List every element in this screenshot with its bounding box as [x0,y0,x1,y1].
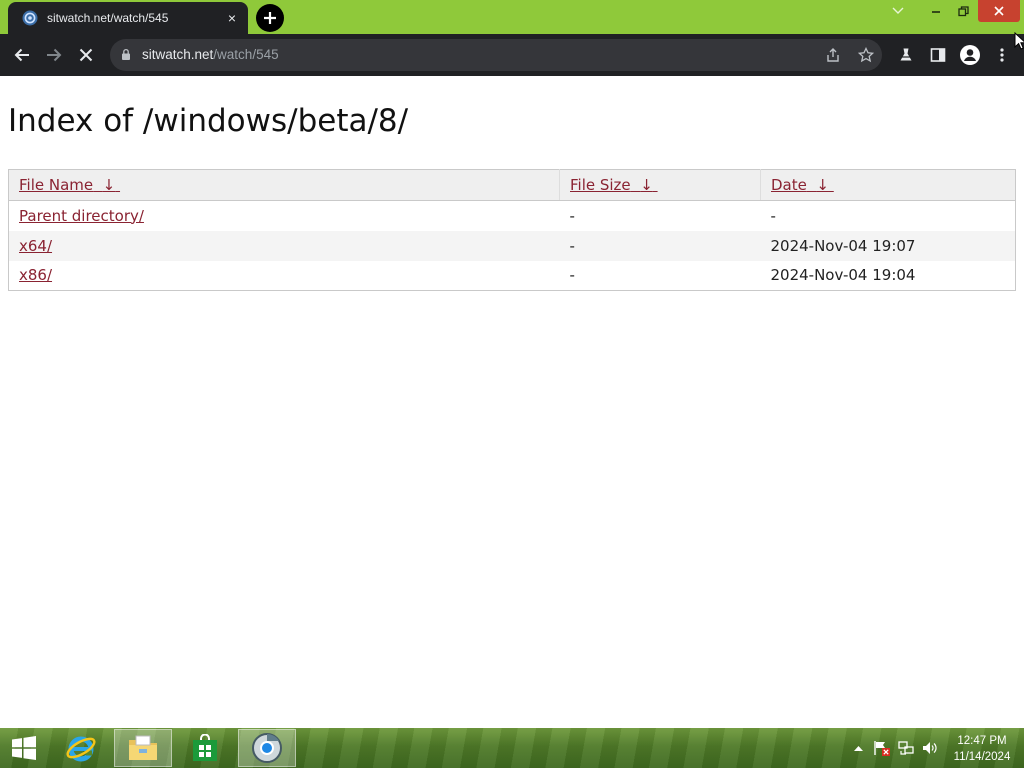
cell-date: 2024-Nov-04 19:04 [770,266,916,285]
action-center-flag-button[interactable] [872,728,892,768]
cell-date: 2024-Nov-04 19:07 [760,230,1016,261]
store-icon [193,734,217,761]
taskbar-file-explorer[interactable] [114,729,172,767]
address-bar[interactable]: sitwatch.net/watch/545 [110,39,882,71]
parent-directory-link[interactable]: Parent directory/ [19,207,144,225]
cell-file-size: - [559,230,761,261]
mouse-pointer-icon [1014,32,1024,50]
cell-file-name: x86/ [9,261,560,291]
table-header-row: File Name ↓ File Size ↓ Date ↓ [8,169,1016,201]
tab-title: sitwatch.net/watch/545 [47,11,169,25]
show-hidden-icons-button[interactable] [850,728,866,768]
star-icon [858,47,874,63]
windows-taskbar: 12:47 PM 11/14/2024 [0,728,1024,768]
file-explorer-icon [129,735,157,760]
site-favicon-icon [22,10,38,26]
browser-tab-active[interactable]: sitwatch.net/watch/545 × [8,2,248,34]
taskbar-store[interactable] [176,729,234,767]
speaker-icon [923,742,937,754]
column-header-file-name: File Name ↓ [8,169,560,201]
folder-link-x64[interactable]: x64/ [19,237,52,255]
volume-button[interactable] [920,728,940,768]
windows-logo-icon [12,736,36,760]
taskbar-clock[interactable]: 12:47 PM 11/14/2024 [946,733,1018,765]
window-restore-button[interactable] [950,0,976,22]
table-row: x64/ - 2024-Nov-04 19:07 [8,230,1016,261]
cell-file-name: Parent directory/ [9,201,560,231]
flag-alert-icon [874,741,890,756]
browser-titlebar: sitwatch.net/watch/545 × [0,0,1024,34]
new-tab-button[interactable] [256,4,284,32]
bookmark-button[interactable] [857,46,875,64]
browser-toolbar: sitwatch.net/watch/545 [0,34,1024,76]
window-minimize-button[interactable] [922,0,950,22]
profile-button[interactable] [954,39,986,71]
column-label: Date [771,176,807,194]
internet-explorer-icon [66,736,96,762]
minimize-icon [932,11,940,13]
stop-loading-button[interactable] [70,39,102,71]
close-icon [79,48,93,62]
network-icon [898,741,914,755]
arrow-left-icon [14,48,29,62]
url-host: sitwatch.net [142,47,214,62]
share-button[interactable] [824,46,842,64]
folder-link-x86[interactable]: x86/ [19,266,52,284]
close-icon [994,6,1004,16]
tab-close-button[interactable]: × [224,10,240,26]
lock-icon [122,48,130,60]
url-path: /watch/545 [213,47,279,62]
column-label: File Size [570,176,631,194]
window-close-button[interactable] [978,0,1020,22]
browser-app-icon [252,733,282,763]
plus-icon [264,12,276,24]
sort-arrow-icon: ↓ [816,176,829,194]
sort-by-file-name-link[interactable]: File Name ↓ [19,176,120,194]
extensions-button[interactable] [890,39,922,71]
table-row: x86/ - 2024-Nov-04 19:04 [9,261,1016,291]
cell-file-size: - [569,266,575,285]
side-panel-button[interactable] [922,39,954,71]
tab-search-button[interactable] [886,0,910,22]
extension-icon [900,48,912,61]
file-listing-table: File Name ↓ File Size ↓ Date ↓ Parent di… [8,169,1016,291]
address-url: sitwatch.net/watch/545 [142,47,279,62]
column-header-file-size: File Size ↓ [559,169,761,201]
clock-time: 12:47 PM [957,735,1007,747]
avatar-icon [960,45,980,65]
sort-arrow-icon: ↓ [640,176,653,194]
forward-button[interactable] [38,39,70,71]
sort-by-date-link[interactable]: Date ↓ [771,176,834,194]
column-header-date: Date ↓ [760,169,1016,201]
clock-date: 11/14/2024 [953,751,1011,763]
start-button[interactable] [0,729,48,767]
chevron-up-icon [853,746,863,751]
side-panel-icon [930,48,946,62]
network-status-button[interactable] [896,728,916,768]
taskbar-browser[interactable] [238,729,296,767]
sort-by-file-size-link[interactable]: File Size ↓ [570,176,658,194]
chevron-down-icon [892,7,904,14]
arrow-right-icon [47,48,62,62]
cell-date: - [770,206,776,225]
cell-file-size: - [569,206,575,225]
page-title: Index of /windows/beta/8/ [8,103,409,139]
share-icon [827,48,839,62]
sort-arrow-icon: ↓ [102,176,116,194]
more-vertical-icon [1000,48,1004,62]
cell-file-name: x64/ [8,230,560,261]
back-button[interactable] [6,39,38,71]
page-content: Index of /windows/beta/8/ File Name ↓ Fi… [0,76,1024,728]
restore-icon [957,5,969,16]
table-row: Parent directory/ - - [9,201,1016,231]
taskbar-internet-explorer[interactable] [52,729,110,767]
column-label: File Name [19,176,94,194]
